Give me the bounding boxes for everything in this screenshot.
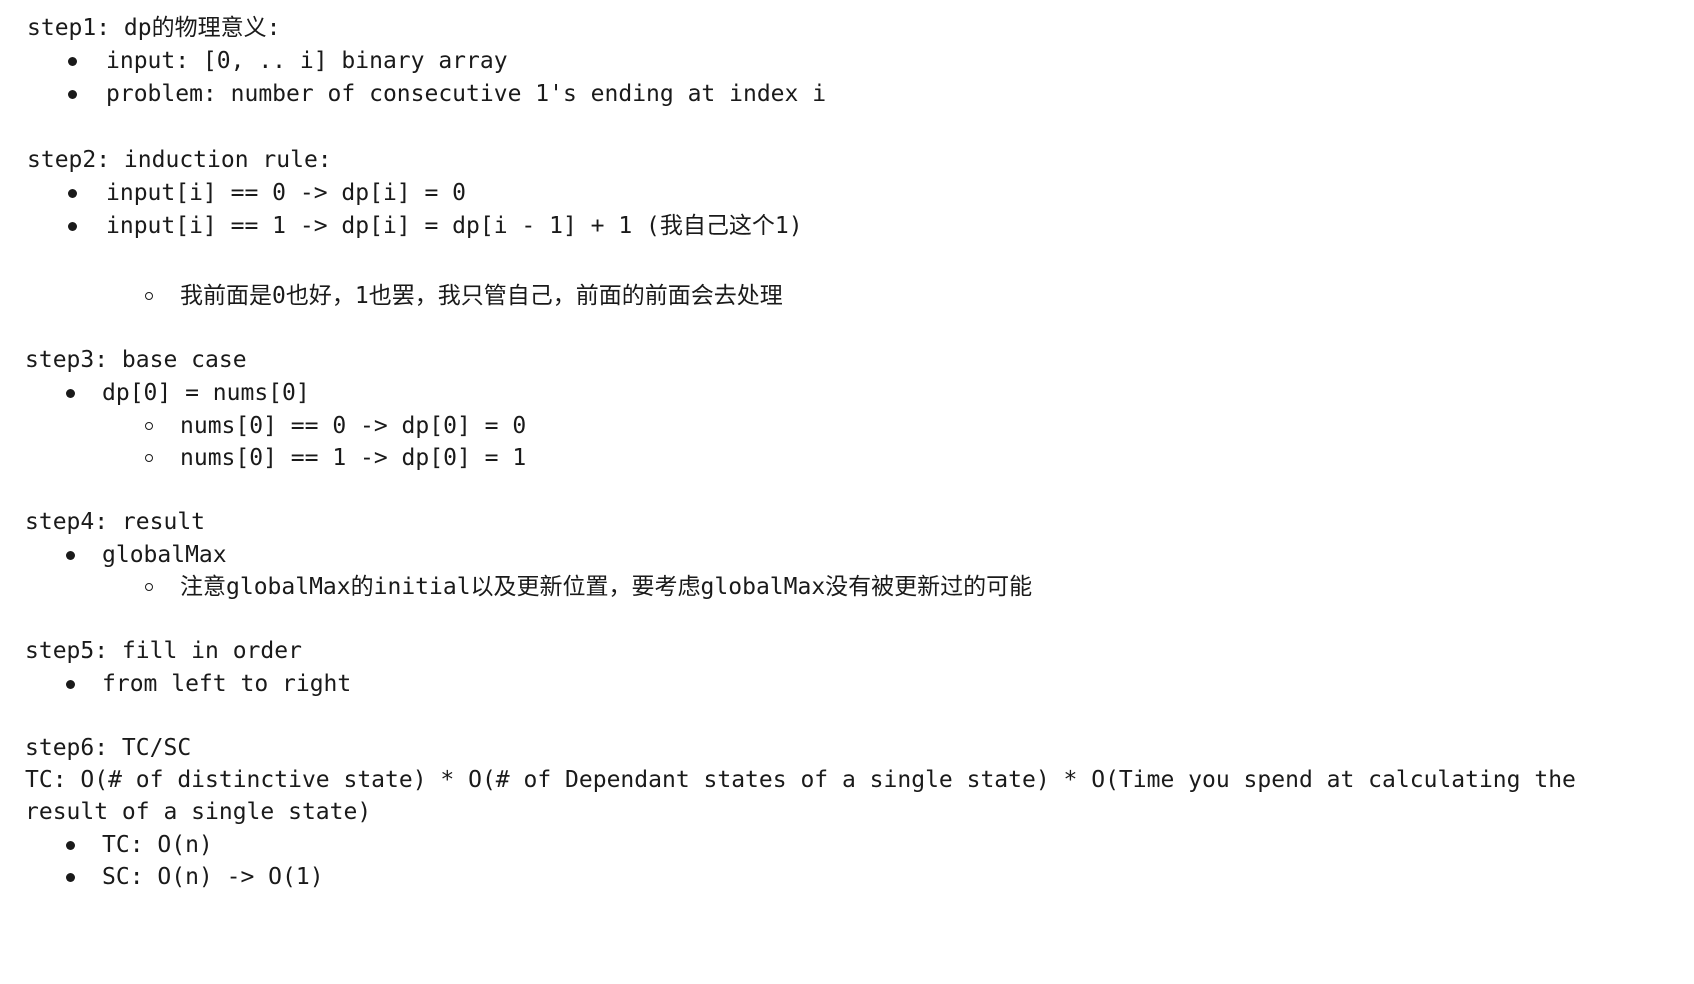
step1-heading: step1: dp的物理意义: [27, 15, 281, 41]
step2-heading: step2: induction rule: [27, 147, 332, 173]
step3-sub-one: nums[0] == 1 -> dp[0] = 1 [180, 445, 527, 471]
bullet-icon [66, 389, 75, 398]
step5-item-order: from left to right [102, 671, 352, 697]
step2-item-zero: input[i] == 0 -> dp[i] = 0 [106, 180, 467, 206]
step6-tc-formula-line1: TC: O(# of distinctive state) * O(# of D… [25, 767, 1576, 793]
circle-bullet-icon [145, 454, 153, 462]
step4-heading: step4: result [25, 509, 206, 535]
step2-sub-note: 我前面是0也好，1也罢，我只管自己，前面的前面会去处理 [180, 283, 783, 309]
step5-heading: step5: fill in order [25, 638, 302, 664]
circle-bullet-icon [145, 422, 153, 430]
bullet-icon [68, 222, 77, 231]
bullet-icon [68, 189, 77, 198]
bullet-icon [66, 680, 75, 689]
step6-tc-formula-line2: result of a single state) [25, 799, 372, 825]
circle-bullet-icon [145, 292, 153, 300]
step3-heading: step3: base case [25, 347, 247, 373]
step1-item-input: input: [0, .. i] binary array [106, 48, 508, 74]
bullet-icon [66, 551, 75, 560]
step4-sub-note: 注意globalMax的initial以及更新位置，要考虑globalMax没有… [180, 574, 1033, 600]
step3-sub-zero: nums[0] == 0 -> dp[0] = 0 [180, 413, 527, 439]
step6-heading: step6: TC/SC [25, 735, 192, 761]
step6-item-tc: TC: O(n) [102, 832, 213, 858]
step6-item-sc: SC: O(n) -> O(1) [102, 864, 324, 890]
bullet-icon [68, 57, 77, 66]
circle-bullet-icon [145, 583, 153, 591]
bullet-icon [66, 841, 75, 850]
bullet-icon [66, 873, 75, 882]
step2-item-one: input[i] == 1 -> dp[i] = dp[i - 1] + 1 (… [106, 213, 803, 239]
step3-item-base: dp[0] = nums[0] [102, 380, 310, 406]
bullet-icon [68, 90, 77, 99]
step4-item-globalmax: globalMax [102, 542, 227, 568]
step1-item-problem: problem: number of consecutive 1's endin… [106, 81, 827, 107]
